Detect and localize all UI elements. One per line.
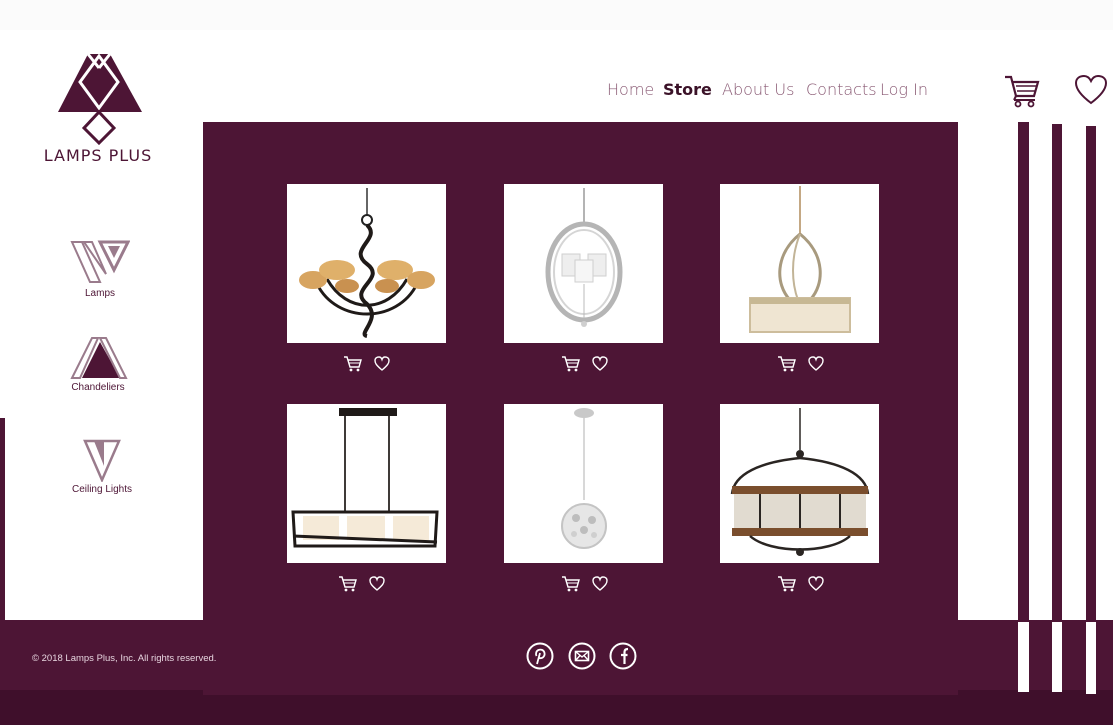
facebook-icon[interactable]: [609, 642, 637, 670]
product-image: [749, 186, 851, 333]
category-label: Ceiling Lights: [71, 484, 133, 495]
copyright-text: © 2018 Lamps Plus, Inc. All rights reser…: [32, 653, 217, 664]
product-image: [545, 188, 623, 327]
product-actions: [562, 576, 642, 596]
cart-icon[interactable]: [778, 576, 796, 597]
category-chandeliers[interactable]: Chandeliers: [38, 334, 158, 393]
heart-icon[interactable]: [1074, 74, 1108, 106]
product-actions: [562, 356, 642, 376]
product-card-drum-pendant[interactable]: [720, 184, 879, 343]
nav-log-in[interactable]: Log In: [880, 80, 928, 99]
product-image: [730, 408, 870, 556]
product-actions: [339, 576, 419, 596]
heart-icon[interactable]: [369, 576, 385, 596]
category-ceiling-lights[interactable]: Ceiling Lights: [42, 438, 162, 495]
heart-icon[interactable]: [808, 576, 824, 596]
product-card-orb-chandelier[interactable]: [504, 184, 663, 343]
logo-mark-icon: [58, 53, 142, 146]
heart-icon[interactable]: [374, 356, 390, 376]
product-card-swirl-chandelier[interactable]: [287, 184, 446, 343]
product-image: [299, 188, 435, 338]
category-lamps[interactable]: Lamps: [40, 238, 160, 299]
product-image: [561, 408, 607, 549]
product-actions: [778, 356, 858, 376]
brand-name: LAMPS PLUS: [43, 146, 153, 165]
ceiling-lights-category-icon: [83, 439, 121, 482]
footer-shade: [0, 690, 1113, 725]
chandeliers-category-icon: [70, 337, 128, 379]
product-card-crystal-pendant[interactable]: [504, 404, 663, 563]
nav-home[interactable]: Home: [607, 80, 654, 99]
heart-icon[interactable]: [808, 356, 824, 376]
product-actions: [778, 576, 858, 596]
cart-icon[interactable]: [778, 356, 796, 377]
heart-icon[interactable]: [592, 576, 608, 596]
nav-about-us[interactable]: About Us: [722, 80, 794, 99]
top-strip: [0, 0, 1113, 30]
product-card-wood-drum-chandelier[interactable]: [720, 404, 879, 563]
cart-icon[interactable]: [562, 356, 580, 377]
cart-icon[interactable]: [1004, 74, 1040, 108]
product-card-linear-pendant[interactable]: [287, 404, 446, 563]
cart-icon[interactable]: [562, 576, 580, 597]
product-image: [291, 408, 439, 548]
heart-icon[interactable]: [592, 356, 608, 376]
left-edge-accent: [0, 418, 5, 628]
nav-store[interactable]: Store: [663, 80, 712, 99]
product-actions: [344, 356, 424, 376]
category-label: Lamps: [84, 288, 115, 299]
nav-contacts[interactable]: Contacts: [806, 80, 877, 99]
lamps-category-icon: [70, 240, 130, 283]
category-label: Chandeliers: [71, 382, 125, 393]
pinterest-icon[interactable]: [526, 642, 554, 670]
cart-icon[interactable]: [339, 576, 357, 597]
cart-icon[interactable]: [344, 356, 362, 377]
mail-icon[interactable]: [568, 642, 596, 670]
